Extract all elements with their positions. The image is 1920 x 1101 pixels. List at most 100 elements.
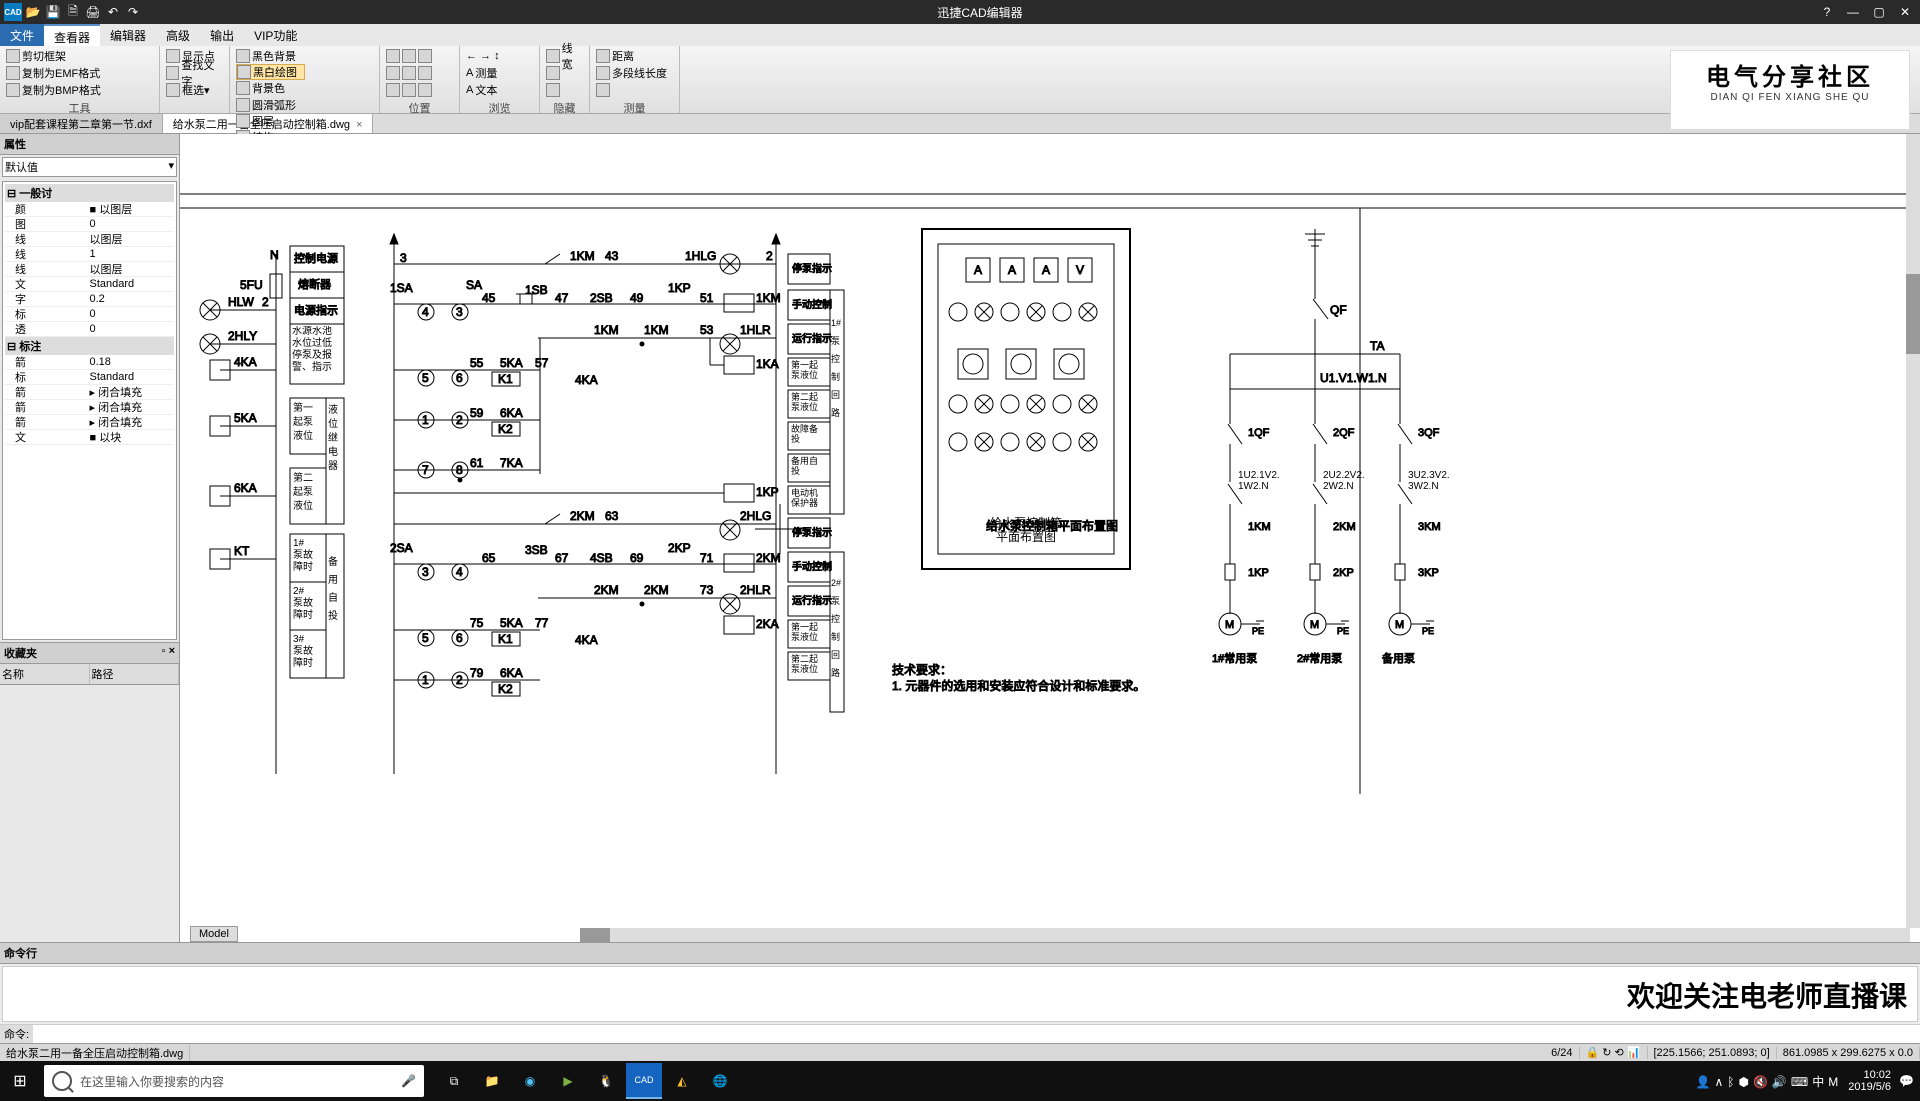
minimize-icon[interactable]: — — [1844, 5, 1862, 19]
m3[interactable] — [596, 82, 673, 98]
model-tab[interactable]: Model — [190, 926, 238, 942]
pos-3[interactable] — [386, 82, 453, 98]
svg-text:运行指示: 运行指示 — [792, 594, 832, 607]
browser-icon[interactable]: ◉ — [512, 1063, 548, 1099]
svg-text:2HLR: 2HLR — [740, 583, 771, 597]
fav-col-name[interactable]: 名称 — [0, 664, 90, 684]
cmd-prompt: 命令: — [0, 1025, 33, 1043]
system-tray: 👤∧ ᛒ ⬢ 🔇 🔊 ⌨ 中M 10:02 2019/5/6 💬 — [1694, 1069, 1920, 1093]
command-log[interactable]: 欢迎关注电老师直播课 — [2, 966, 1918, 1022]
svg-text:4KA: 4KA — [575, 373, 598, 387]
properties-tree[interactable]: ⊟ 一般讨 颜■ 以图层图0线以图层线1线以图层文Standard字0.2标0透… — [2, 181, 177, 640]
pos-2[interactable] — [386, 65, 453, 81]
doctab-1[interactable]: vip配套课程第二章第一节.dxf — [0, 114, 163, 133]
props-default-combo[interactable]: 默认值▾ — [2, 157, 177, 177]
svg-text:1QF: 1QF — [1248, 427, 1270, 439]
app-b-icon[interactable]: 🌐 — [702, 1063, 738, 1099]
tab-edit[interactable]: 编辑器 — [100, 24, 156, 46]
bw-draw[interactable]: 黑白绘图 — [236, 64, 305, 80]
tray-icon[interactable]: ᛒ — [1727, 1075, 1734, 1089]
h-scrollbar[interactable] — [580, 928, 1910, 942]
svg-text:1KM: 1KM — [644, 323, 669, 337]
svg-text:7: 7 — [422, 463, 429, 477]
command-input[interactable] — [33, 1025, 1920, 1043]
taskbar-clock[interactable]: 10:02 2019/5/6 — [1848, 1069, 1891, 1093]
taskbar-apps: ⧉ 📁 ◉ ▶ 🐧 CAD ◭ 🌐 — [436, 1063, 738, 1099]
svg-text:69: 69 — [630, 551, 644, 565]
tab-vip[interactable]: VIP功能 — [244, 24, 307, 46]
tab-view[interactable]: 查看器 — [44, 24, 100, 46]
bg-color[interactable]: 背景色 — [236, 80, 305, 96]
clip-frame[interactable]: 剪切框架 — [6, 48, 153, 64]
svg-text:6KA: 6KA — [234, 481, 257, 495]
hide-2[interactable] — [546, 82, 583, 98]
svg-text:K2: K2 — [498, 682, 513, 696]
qq-icon[interactable]: 🐧 — [588, 1063, 624, 1099]
svg-text:3: 3 — [422, 565, 429, 579]
undo-icon[interactable]: ↶ — [104, 3, 122, 21]
tray-icon[interactable]: 🔊 — [1772, 1075, 1787, 1089]
tray-icon[interactable]: 🔇 — [1753, 1075, 1768, 1089]
taskbar-search[interactable]: 在这里输入你要搜索的内容 🎤 — [44, 1065, 424, 1097]
svg-text:45: 45 — [482, 291, 496, 305]
player-icon[interactable]: ▶ — [550, 1063, 586, 1099]
status-icons[interactable]: 🔒 ↻ ⟲ 📊 — [1580, 1046, 1648, 1059]
tray-icon[interactable]: ⬢ — [1738, 1075, 1748, 1089]
svg-text:2KM: 2KM — [594, 583, 619, 597]
app-a-icon[interactable]: ◭ — [664, 1063, 700, 1099]
svg-text:手动控制: 手动控制 — [792, 560, 832, 573]
svg-text:控制电源: 控制电源 — [294, 251, 338, 265]
tray-icon[interactable]: ∧ — [1714, 1075, 1723, 1089]
svg-text:63: 63 — [605, 509, 619, 523]
open-icon[interactable]: 📂 — [24, 3, 42, 21]
tray-icon[interactable]: 中 — [1812, 1075, 1824, 1089]
tab-output[interactable]: 输出 — [200, 24, 244, 46]
black-bg[interactable]: 黑色背景 — [236, 48, 305, 64]
command-area: 命令行 欢迎关注电老师直播课 命令: — [0, 942, 1920, 1043]
nav-arrows[interactable]: ← → ↕ — [466, 48, 533, 64]
box-select[interactable]: 框选▾ — [166, 82, 223, 98]
copy-bmp[interactable]: 复制为BMP格式 — [6, 82, 153, 98]
v-scrollbar[interactable] — [1906, 134, 1920, 928]
svg-text:2: 2 — [766, 249, 773, 263]
save-icon[interactable]: 💾 — [44, 3, 62, 21]
text[interactable]: A 文本 — [466, 82, 533, 98]
drawing-canvas[interactable]: N 5FU HLW2 2HLY 4KA 5KA — [180, 134, 1920, 942]
tab-file[interactable]: 文件 — [0, 24, 44, 46]
prop-group-general[interactable]: ⊟ 一般讨 — [5, 184, 174, 202]
tray-icon[interactable]: 👤 — [1696, 1075, 1711, 1089]
redo-icon[interactable]: ↷ — [124, 3, 142, 21]
help-icon[interactable]: ? — [1818, 5, 1836, 19]
close-icon[interactable]: ✕ — [1896, 5, 1914, 19]
start-button[interactable]: ⊞ — [0, 1061, 40, 1101]
tray-icon[interactable]: ⌨ — [1791, 1075, 1808, 1089]
mic-icon[interactable]: 🎤 — [401, 1074, 416, 1088]
print-icon[interactable]: 🖨 — [84, 3, 102, 21]
fav-col-path[interactable]: 路径 — [90, 664, 180, 684]
maximize-icon[interactable]: ▢ — [1870, 5, 1888, 19]
tray-icon[interactable]: M — [1828, 1075, 1838, 1089]
svg-text:M: M — [1395, 619, 1404, 631]
svg-text:75: 75 — [470, 616, 484, 630]
lineweight[interactable]: 线宽 — [546, 48, 583, 64]
polyline-len[interactable]: 多段线长度 — [596, 65, 673, 81]
distance[interactable]: 距离 — [596, 48, 673, 64]
find-text[interactable]: 查找文字 — [166, 65, 223, 81]
smooth-arc[interactable]: 圆滑弧形 — [236, 97, 305, 113]
copy-emf[interactable]: 复制为EMF格式 — [6, 65, 153, 81]
taskview-icon[interactable]: ⧉ — [436, 1063, 472, 1099]
explorer-icon[interactable]: 📁 — [474, 1063, 510, 1099]
hide-1[interactable] — [546, 65, 583, 81]
measure[interactable]: A 测量 — [466, 65, 533, 81]
svg-text:1KM: 1KM — [594, 323, 619, 337]
pos-1[interactable] — [386, 48, 453, 64]
svg-text:熔断器: 熔断器 — [298, 277, 331, 291]
saveall-icon[interactable]: 🗎 — [64, 3, 82, 21]
notifications-icon[interactable]: 💬 — [1899, 1074, 1914, 1088]
tab-adv[interactable]: 高级 — [156, 24, 200, 46]
layers[interactable]: 图层 — [236, 113, 305, 129]
svg-text:5KA: 5KA — [500, 356, 523, 370]
svg-text:1KP: 1KP — [668, 281, 691, 295]
cad-app-icon[interactable]: CAD — [626, 1063, 662, 1099]
prop-group-dim[interactable]: ⊟ 标注 — [5, 337, 174, 355]
